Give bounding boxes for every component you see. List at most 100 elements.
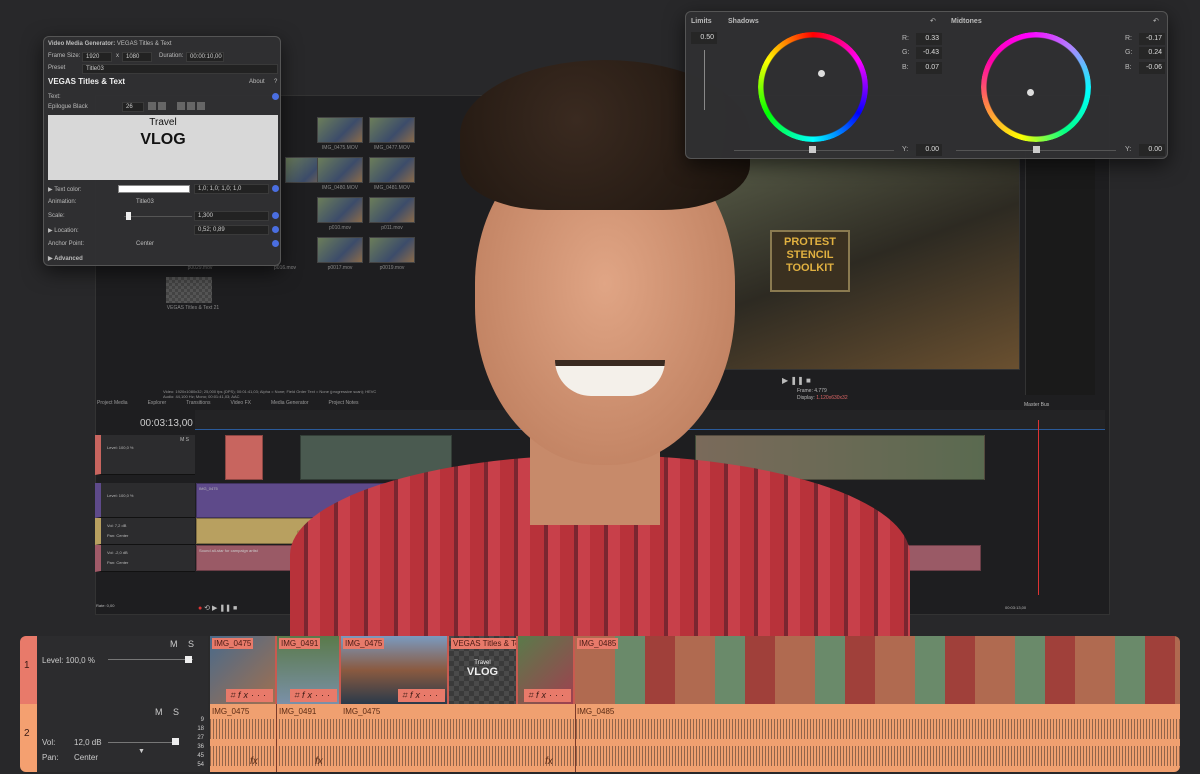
title-clip[interactable]: VEGAS Titles & TexTravelVLOG (449, 636, 518, 704)
align-left-button[interactable] (177, 102, 185, 110)
help-button[interactable]: ? (274, 79, 277, 85)
keyframe-icon[interactable] (272, 212, 279, 219)
more-button[interactable]: ··· (423, 690, 441, 700)
scale-slider-handle[interactable] (126, 212, 131, 220)
frame-width-input[interactable]: 1920 (82, 52, 112, 62)
keyframe-icon[interactable] (272, 226, 279, 233)
fx-button[interactable]: fx (410, 690, 423, 700)
media-thumb[interactable] (369, 117, 415, 143)
video-clip[interactable]: IMG_0491 ⌗fx··· (277, 636, 341, 704)
text-color-swatch[interactable] (118, 185, 190, 193)
fx-button[interactable]: fx (536, 690, 549, 700)
font-size-select[interactable]: 26 (122, 102, 144, 112)
playhead[interactable] (1038, 420, 1039, 595)
level-slider-handle[interactable] (185, 656, 192, 663)
media-thumb[interactable] (369, 237, 415, 263)
tab-explorer[interactable]: Explorer (148, 400, 167, 406)
video-clip[interactable]: IMG_0485 (575, 636, 1180, 704)
font-select[interactable]: Epilogue Black (48, 104, 118, 110)
animation-select[interactable]: Title03 (136, 199, 214, 205)
text-color-input[interactable]: 1,0; 1,0; 1,0; 1,0 (194, 184, 269, 194)
limits-slider[interactable] (704, 50, 705, 110)
reset-icon[interactable]: ↶ (930, 17, 936, 25)
fx-button[interactable]: fx (315, 756, 323, 767)
mute-button[interactable]: M (170, 639, 178, 649)
frame-height-input[interactable]: 1080 (122, 52, 152, 62)
scale-slider[interactable] (124, 216, 192, 217)
italic-button[interactable] (158, 102, 166, 110)
audio-clip-name[interactable]: IMG_0475 (343, 707, 380, 716)
solo-button[interactable]: S (186, 437, 189, 443)
fx-button[interactable]: fx (250, 756, 258, 767)
limits-value[interactable]: 0.50 (691, 32, 717, 44)
media-thumb[interactable] (317, 237, 363, 263)
advanced-toggle[interactable]: ▶ Advanced (48, 255, 83, 262)
timeline-clip[interactable] (225, 435, 263, 480)
midtones-r-value[interactable]: -0.17 (1139, 33, 1165, 45)
keyframe-icon[interactable] (272, 185, 279, 192)
media-thumb[interactable] (166, 277, 212, 303)
tab-project-notes[interactable]: Project Notes (329, 400, 359, 406)
audio-clip-name[interactable]: IMG_0485 (577, 707, 614, 716)
tab-media-generator[interactable]: Media Generator (271, 400, 309, 406)
record-button[interactable]: ● (198, 605, 202, 612)
shadows-g-value[interactable]: -0.43 (916, 47, 942, 59)
duration-input[interactable]: 00:00:10,00 (186, 52, 224, 62)
midtones-g-value[interactable]: 0.24 (1139, 47, 1165, 59)
fx-button[interactable]: fx (545, 756, 553, 767)
more-button[interactable]: ··· (549, 690, 567, 700)
shadows-b-value[interactable]: 0.07 (916, 62, 942, 74)
scale-input[interactable]: 1,300 (194, 211, 269, 221)
solo-button[interactable]: S (188, 639, 194, 649)
text-preview[interactable]: Travel VLOG (48, 115, 278, 180)
audio-clip-name[interactable]: IMG_0491 (279, 707, 316, 716)
vol-slider-handle[interactable] (172, 738, 179, 745)
media-thumb[interactable] (317, 157, 363, 183)
level-slider[interactable] (108, 659, 193, 660)
anchor-select[interactable]: Center (136, 241, 214, 247)
preset-input[interactable]: Title03 (82, 64, 278, 74)
midtones-y-handle[interactable] (1033, 146, 1040, 153)
shadows-y-handle[interactable] (809, 146, 816, 153)
location-input[interactable]: 0,52; 0,89 (194, 225, 269, 235)
clip-fx-buttons[interactable]: ⌗fx··· (523, 689, 571, 702)
video-clip[interactable]: IMG_0475 ⌗fx··· (210, 636, 277, 704)
media-thumb[interactable] (317, 197, 363, 223)
video-clip[interactable]: IMG_0475 ⌗fx··· (341, 636, 449, 704)
more-button[interactable]: ··· (251, 690, 269, 700)
tab-transitions[interactable]: Transitions (186, 400, 210, 406)
about-button[interactable]: About (249, 79, 265, 85)
align-right-button[interactable] (197, 102, 205, 110)
mute-button[interactable]: M (180, 437, 184, 443)
shadows-y-value[interactable]: 0.00 (916, 144, 942, 156)
solo-button[interactable]: S (173, 707, 179, 717)
more-button[interactable]: ··· (315, 690, 333, 700)
bold-button[interactable] (148, 102, 156, 110)
keyframe-icon[interactable] (272, 240, 279, 247)
midtones-y-value[interactable]: 0.00 (1139, 144, 1165, 156)
clip-fx-buttons[interactable]: ⌗fx··· (225, 689, 273, 702)
keyframe-icon[interactable] (272, 93, 279, 100)
tab-video-fx[interactable]: Video FX (230, 400, 250, 406)
text-color-label[interactable]: ▶ Text color: (48, 186, 82, 193)
audio-clip-name[interactable]: IMG_0475 (212, 707, 249, 716)
shadows-color-wheel[interactable] (758, 32, 868, 142)
midtones-color-wheel[interactable] (981, 32, 1091, 142)
location-label[interactable]: ▶ Location: (48, 227, 79, 234)
clip-fx-buttons[interactable]: ⌗fx··· (289, 689, 337, 702)
media-thumb[interactable] (369, 197, 415, 223)
vol-slider[interactable] (108, 742, 178, 743)
align-center-button[interactable] (187, 102, 195, 110)
shadows-wheel-handle[interactable] (818, 70, 825, 77)
fx-button[interactable]: fx (302, 690, 315, 700)
media-thumb[interactable] (369, 157, 415, 183)
clip-fx-buttons[interactable]: ⌗fx··· (397, 689, 445, 702)
tab-project-media[interactable]: Project Media (97, 400, 128, 406)
stop-button[interactable]: ■ (806, 376, 811, 385)
midtones-wheel-handle[interactable] (1027, 89, 1034, 96)
midtones-b-value[interactable]: -0.06 (1139, 62, 1165, 74)
shadows-r-value[interactable]: 0.33 (916, 33, 942, 45)
pan-slider-handle[interactable]: ▼ (138, 748, 145, 755)
mute-button[interactable]: M (155, 707, 163, 717)
reset-icon[interactable]: ↶ (1153, 17, 1159, 25)
